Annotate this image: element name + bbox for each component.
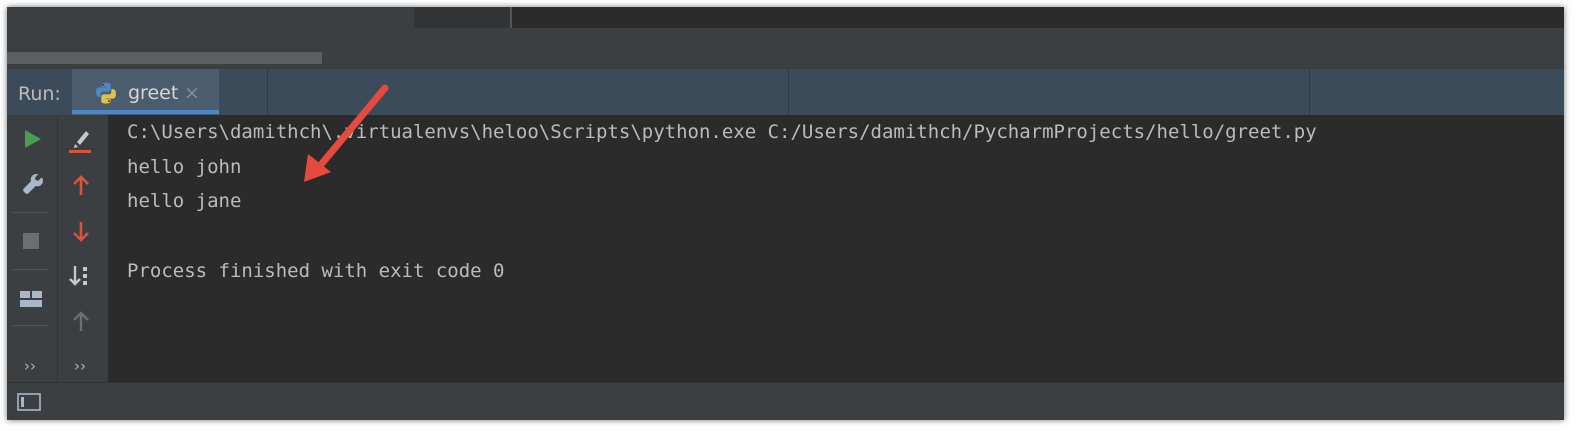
annotation-arrow	[304, 84, 389, 182]
ide-window: Run: greet × ›› ›› C:\Users\damithch\.vi…	[7, 7, 1564, 420]
